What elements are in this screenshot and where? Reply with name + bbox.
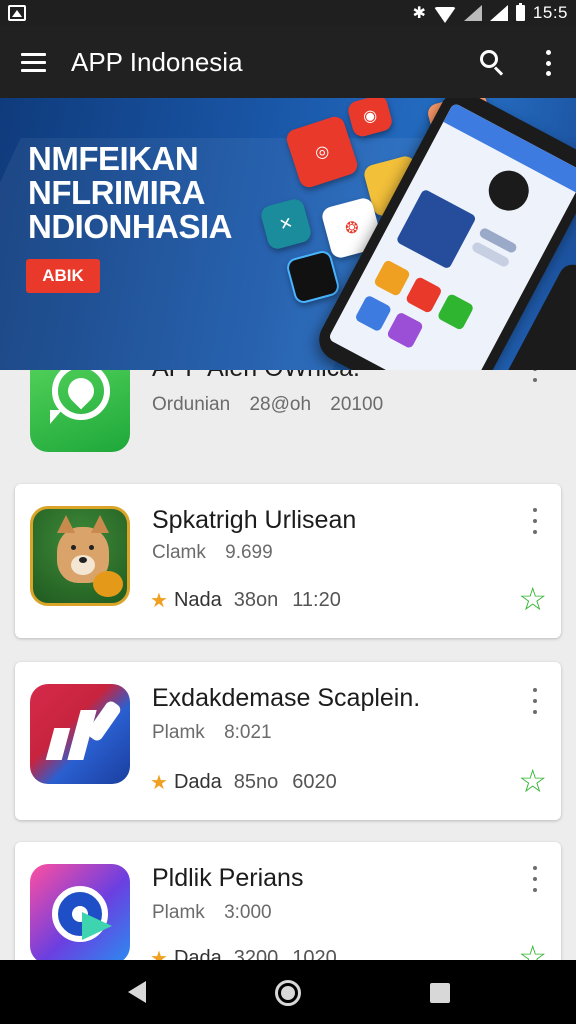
- banner-headline-line1: NMFEIKAN: [28, 140, 199, 177]
- more-vert-icon[interactable]: [538, 50, 558, 76]
- app-meta: Ordunian 28@oh 20100: [152, 394, 397, 416]
- app-meta-text: 8:021: [224, 722, 272, 743]
- app-meta-text: 20100: [330, 394, 384, 415]
- more-vert-icon[interactable]: [525, 508, 545, 534]
- promo-banner[interactable]: NMFEIKAN NFLRIMIRA NDIONHASIA ABIK ◎ ◉ ✕…: [0, 98, 576, 370]
- home-icon[interactable]: [275, 980, 301, 1006]
- rating-star-icon: ★: [150, 590, 168, 612]
- signal-icon: [463, 5, 482, 21]
- favorite-star-icon[interactable]: ☆: [518, 938, 547, 960]
- app-meta: Clamk 9.699: [152, 542, 287, 564]
- app-card[interactable]: Exdakdemase Scaplein. Plamk 8:021 ★ Dada…: [15, 662, 561, 820]
- app-meta-text: Plamk: [152, 902, 205, 923]
- favorite-star-icon[interactable]: ☆: [518, 580, 547, 618]
- rating-star-icon: ★: [150, 948, 168, 960]
- status-bar: ✱ 15:5: [0, 0, 576, 26]
- floating-app-icon: [284, 248, 342, 306]
- rating-meta: 38on: [233, 589, 279, 611]
- rating-meta: 3200: [233, 947, 279, 960]
- banner-headline-line3: NDIONHASIA: [28, 208, 233, 245]
- status-icons: ✱ 15:5: [413, 3, 569, 23]
- favorite-star-icon[interactable]: ☆: [518, 762, 547, 800]
- rating-label: Dada: [173, 771, 222, 793]
- app-name: APP Alen OWnica.: [152, 370, 360, 383]
- menu-icon[interactable]: [0, 26, 70, 98]
- app-name: Spkatrigh Urlisean: [152, 506, 357, 534]
- app-meta-text: 28@oh: [249, 394, 312, 415]
- banner-headline: NMFEIKAN NFLRIMIRA NDIONHASIA: [28, 142, 268, 244]
- nm-app-icon: [30, 684, 130, 784]
- bluetooth-icon: ✱: [412, 5, 426, 22]
- rating-label: Nada: [173, 589, 222, 611]
- recents-icon[interactable]: [430, 983, 450, 1003]
- system-nav-bar: [0, 960, 576, 1024]
- more-vert-icon[interactable]: [525, 688, 545, 714]
- more-vert-icon[interactable]: [525, 370, 545, 382]
- status-time: 15:5: [532, 3, 568, 22]
- dog-app-icon: [30, 506, 130, 606]
- app-meta-text: Plamk: [152, 722, 205, 743]
- app-title: APP Indonesia: [71, 46, 243, 77]
- rating-label: Dada: [173, 947, 222, 960]
- app-card[interactable]: Spkatrigh Urlisean Clamk 9.699 ★ Nada 38…: [15, 484, 561, 638]
- search-icon[interactable]: [478, 48, 508, 78]
- rating-star-icon: ★: [150, 772, 168, 794]
- app-card[interactable]: APP Alen OWnica. Ordunian 28@oh 20100: [15, 370, 561, 460]
- app-card[interactable]: Pldlik Perians Plamk 3:000 ★ Dada 3200 1…: [15, 842, 561, 960]
- wifi-icon: [433, 7, 456, 23]
- app-meta-text: Ordunian: [152, 394, 231, 415]
- more-vert-icon[interactable]: [525, 866, 545, 892]
- signal-icon: [489, 5, 508, 21]
- app-meta: Plamk 3:000: [152, 902, 286, 924]
- circle-app-icon: [30, 864, 130, 960]
- banner-headline-line2: NFLRIMIRA: [28, 174, 205, 211]
- rating-meta: 6020: [292, 771, 337, 793]
- gallery-icon: [8, 5, 26, 21]
- floating-app-icon: ◎: [284, 114, 360, 190]
- app-meta-text: 9.699: [225, 542, 273, 563]
- back-icon[interactable]: [128, 981, 146, 1003]
- app-meta: Plamk 8:021: [152, 722, 286, 744]
- app-name: Exdakdemase Scaplein.: [152, 684, 421, 712]
- rating-meta: 85no: [233, 771, 279, 793]
- app-list: APP Alen OWnica. Ordunian 28@oh 20100 Sp…: [0, 370, 576, 960]
- rating-row: ★ Nada 38on 11:20: [150, 588, 355, 613]
- app-name: Pldlik Perians: [152, 864, 304, 892]
- rating-row: ★ Dada 85no 6020: [150, 770, 351, 795]
- app-bar: APP Indonesia: [0, 26, 576, 98]
- floating-app-icon: ◉: [346, 98, 394, 139]
- app-meta-text: Clamk: [152, 542, 206, 563]
- app-meta-text: 3:000: [224, 902, 272, 923]
- banner-cta-button[interactable]: ABIK: [26, 259, 100, 293]
- battery-icon: [515, 3, 525, 21]
- rating-meta: 11:20: [292, 589, 341, 611]
- rating-row: ★ Dada 3200 1020: [150, 946, 351, 960]
- rating-meta: 1020: [292, 947, 337, 960]
- whatsapp-like-icon: [30, 370, 130, 452]
